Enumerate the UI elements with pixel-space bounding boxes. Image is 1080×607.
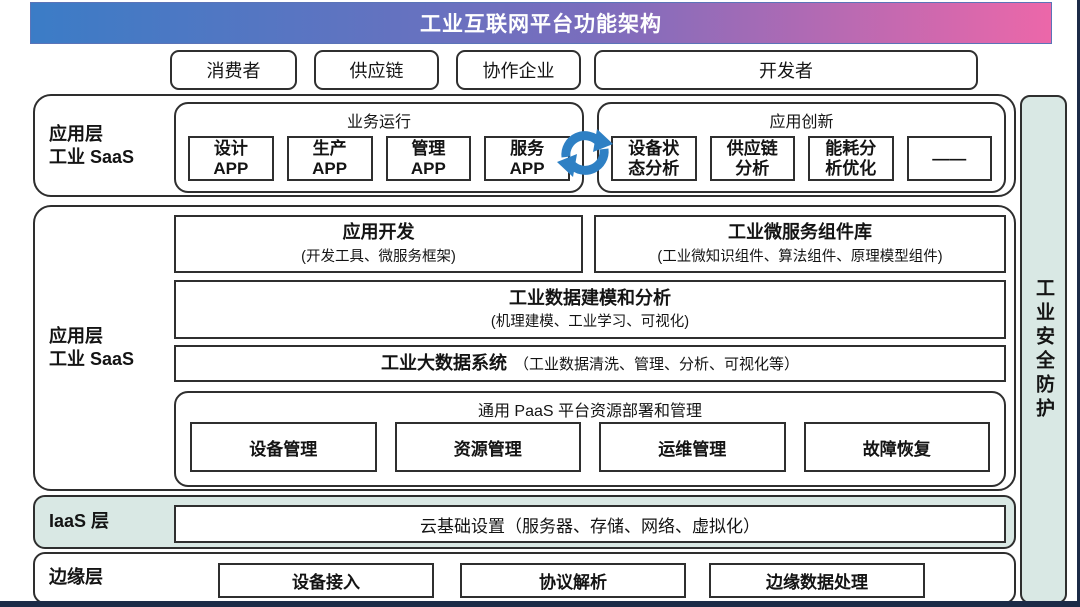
edge-box-label: 边缘数据处理 xyxy=(766,568,868,593)
more-apps-box: —— xyxy=(907,136,993,181)
big-data-system-box: 工业大数据系统 （工业数据清洗、管理、分析、可视化等） xyxy=(174,345,1006,382)
management-app-box: 管理 APP xyxy=(386,136,472,181)
edge-data-processing-box: 边缘数据处理 xyxy=(709,563,925,598)
industrial-security-label: 工业安全防护 xyxy=(1030,278,1057,422)
layer-label-line2: 工业 SaaS xyxy=(49,348,134,371)
app-label-line2: 分析 xyxy=(735,159,769,179)
app-innovation-title: 应用创新 xyxy=(599,108,1004,132)
edge-layer-label: 边缘层 xyxy=(49,566,103,589)
box-title: 应用开发 xyxy=(343,222,415,244)
stakeholder-label: 供应链 xyxy=(350,57,404,83)
iaas-layer-section: IaaS 层 云基础设置（服务器、存储、网络、虚拟化） xyxy=(33,495,1016,549)
app-innovation-group: 应用创新 设备状 态分析 供应链 分析 能耗分 析优化 —— xyxy=(597,102,1006,193)
layer-label-line2: 工业 SaaS xyxy=(49,146,134,169)
app-development-box: 应用开发 (开发工具、微服务框架) xyxy=(174,215,583,273)
paas-box-label: 设备管理 xyxy=(249,435,317,460)
data-modeling-box: 工业数据建模和分析 (机理建模、工业学习、可视化) xyxy=(174,280,1006,339)
app-label-line1: 供应链 xyxy=(727,139,778,159)
saas-layer-label: 应用层 工业 SaaS xyxy=(49,123,134,170)
app-label-line2: APP xyxy=(411,159,446,179)
stakeholder-developer: 开发者 xyxy=(594,50,978,90)
cloud-infrastructure-label: 云基础设置（服务器、存储、网络、虚拟化） xyxy=(420,512,760,537)
industrial-internet-architecture-diagram: 工业互联网平台功能架构 消费者 供应链 协作企业 开发者 应用层 工业 SaaS… xyxy=(0,0,1080,607)
energy-analysis-box: 能耗分 析优化 xyxy=(808,136,894,181)
paas-box-label: 运维管理 xyxy=(658,435,726,460)
stakeholder-label: 消费者 xyxy=(207,57,261,83)
platform-layer-section: 应用层 工业 SaaS 应用开发 (开发工具、微服务框架) 工业微服务组件库 (… xyxy=(33,205,1016,491)
supply-chain-analysis-box: 供应链 分析 xyxy=(710,136,796,181)
box-subtitle: (开发工具、微服务框架) xyxy=(301,245,456,266)
ops-management-box: 运维管理 xyxy=(599,422,786,472)
layer-label-line1: 应用层 xyxy=(49,325,134,348)
frame-bottom-edge xyxy=(0,601,1080,607)
paas-box-label: 资源管理 xyxy=(454,435,522,460)
production-app-box: 生产 APP xyxy=(287,136,373,181)
box-subtitle: (机理建模、工业学习、可视化) xyxy=(491,310,689,331)
resource-management-box: 资源管理 xyxy=(395,422,582,472)
app-label-line1: 设计 xyxy=(214,139,248,159)
layer-label-line1: 应用层 xyxy=(49,123,134,146)
device-status-analysis-box: 设备状 态分析 xyxy=(611,136,697,181)
stakeholder-label: 协作企业 xyxy=(483,57,555,83)
design-app-box: 设计 APP xyxy=(188,136,274,181)
app-label-line2: APP xyxy=(510,159,545,179)
app-label-line2: APP xyxy=(213,159,248,179)
stakeholder-consumer: 消费者 xyxy=(170,50,297,90)
app-label-line2: 态分析 xyxy=(628,159,679,179)
iaas-layer-label: IaaS 层 xyxy=(49,510,109,533)
sync-arrows-icon xyxy=(551,121,619,185)
device-management-box: 设备管理 xyxy=(190,422,377,472)
app-label-line1: 管理 xyxy=(411,139,445,159)
app-label-line1: 生产 xyxy=(313,139,347,159)
business-app-row: 设计 APP 生产 APP 管理 APP 服务 APP xyxy=(188,136,570,181)
edge-box-label: 协议解析 xyxy=(539,568,607,593)
paas-resource-title: 通用 PaaS 平台资源部署和管理 xyxy=(176,397,1004,421)
paas-resource-row: 设备管理 资源管理 运维管理 故障恢复 xyxy=(190,422,990,472)
title-banner: 工业互联网平台功能架构 xyxy=(30,2,1052,44)
stakeholder-partner-enterprise: 协作企业 xyxy=(456,50,581,90)
box-title: 工业数据建模和分析 xyxy=(509,288,671,310)
box-title: 工业大数据系统 xyxy=(381,353,507,375)
stakeholder-label: 开发者 xyxy=(759,57,813,83)
device-access-box: 设备接入 xyxy=(218,563,434,598)
protocol-parsing-box: 协议解析 xyxy=(460,563,686,598)
paas-resource-group: 通用 PaaS 平台资源部署和管理 设备管理 资源管理 运维管理 故障恢复 xyxy=(174,391,1006,487)
fault-recovery-box: 故障恢复 xyxy=(804,422,991,472)
app-label-line1: 设备状 xyxy=(628,139,679,159)
business-operation-group: 业务运行 设计 APP 生产 APP 管理 APP 服务 APP xyxy=(174,102,584,193)
microservice-library-box: 工业微服务组件库 (工业微知识组件、算法组件、原理模型组件) xyxy=(594,215,1006,273)
app-label-line1: —— xyxy=(932,149,966,169)
app-label-line2: 析优化 xyxy=(825,159,876,179)
app-label-line1: 能耗分 xyxy=(825,139,876,159)
paas-box-label: 故障恢复 xyxy=(863,435,931,460)
box-subtitle: （工业数据清洗、管理、分析、可视化等） xyxy=(514,353,799,374)
innovation-app-row: 设备状 态分析 供应链 分析 能耗分 析优化 —— xyxy=(611,136,992,181)
box-subtitle: (工业微知识组件、算法组件、原理模型组件) xyxy=(657,245,942,266)
page-title: 工业互联网平台功能架构 xyxy=(420,8,662,38)
cloud-infrastructure-box: 云基础设置（服务器、存储、网络、虚拟化） xyxy=(174,505,1006,543)
app-label-line1: 服务 xyxy=(510,139,544,159)
edge-box-label: 设备接入 xyxy=(292,568,360,593)
platform-layer-label: 应用层 工业 SaaS xyxy=(49,325,134,372)
saas-layer-section: 应用层 工业 SaaS 业务运行 设计 APP 生产 APP 管理 APP xyxy=(33,94,1016,197)
box-title: 工业微服务组件库 xyxy=(728,222,872,244)
app-label-line2: APP xyxy=(312,159,347,179)
stakeholder-supply-chain: 供应链 xyxy=(314,50,439,90)
industrial-security-bar: 工业安全防护 xyxy=(1020,95,1067,604)
business-operation-title: 业务运行 xyxy=(176,108,582,132)
